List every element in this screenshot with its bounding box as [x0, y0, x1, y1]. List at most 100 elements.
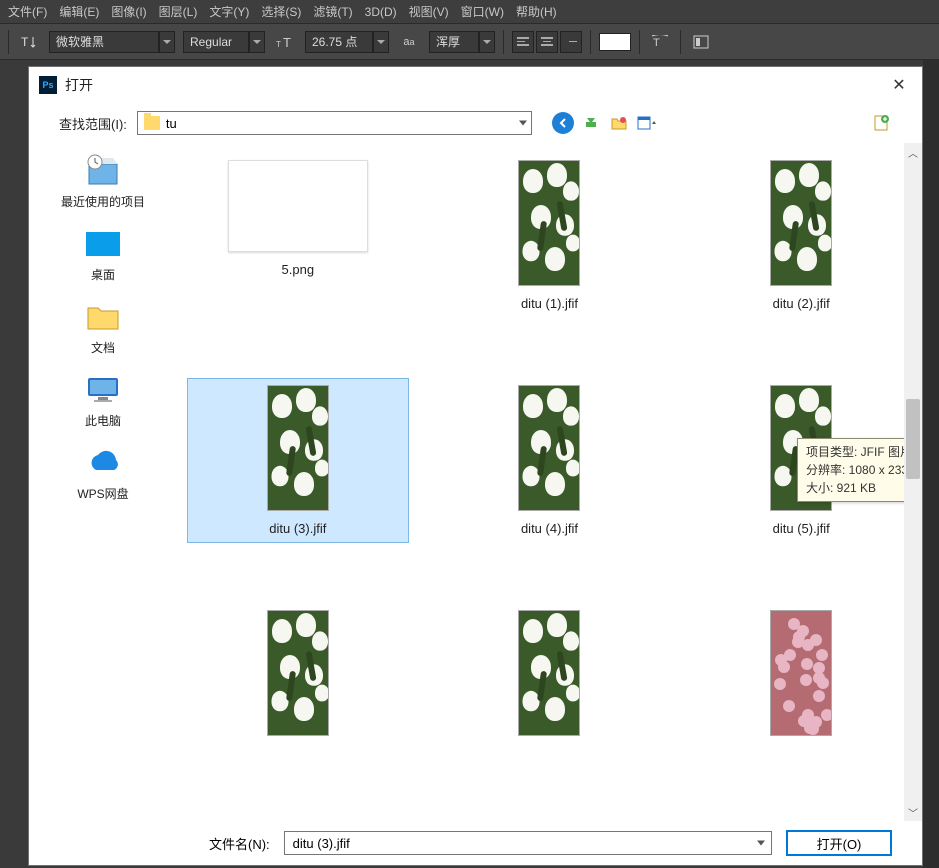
menu-help[interactable]: 帮助(H) [516, 3, 557, 20]
align-center-button[interactable] [536, 31, 558, 53]
menu-3d[interactable]: 3D(D) [365, 5, 397, 19]
view-menu-button[interactable] [636, 112, 658, 134]
chevron-down-icon [757, 841, 765, 846]
menu-view[interactable]: 视图(V) [409, 3, 449, 20]
file-thumbnail [228, 160, 368, 252]
scroll-thumb[interactable] [906, 399, 920, 479]
font-size-icon: TT [273, 30, 297, 54]
lookin-value: tu [166, 116, 177, 131]
text-color-swatch[interactable] [599, 33, 631, 51]
font-size-select[interactable]: 26.75 点 [305, 31, 373, 53]
file-thumbnail [267, 610, 329, 736]
place-label: 此电脑 [85, 412, 121, 429]
file-thumbnail [267, 385, 329, 511]
file-item[interactable]: 5.png [187, 153, 409, 318]
file-thumbnail [770, 160, 832, 286]
place-label: WPS网盘 [77, 485, 128, 502]
place-label: 文档 [91, 339, 115, 356]
place-wps[interactable]: WPS网盘 [73, 441, 132, 506]
app-menubar: 文件(F) 编辑(E) 图像(I) 图层(L) 文字(Y) 选择(S) 滤镜(T… [0, 0, 939, 24]
warp-text-button[interactable]: T [648, 30, 672, 54]
file-item[interactable]: ditu (4).jfif [439, 378, 661, 543]
open-button[interactable]: 打开(O) [786, 830, 892, 856]
lookin-label: 查找范围(I): [59, 114, 127, 133]
place-recent[interactable]: 最近使用的项目 [57, 149, 149, 214]
menu-file[interactable]: 文件(F) [8, 3, 47, 20]
text-align-group [512, 31, 582, 53]
menu-layer[interactable]: 图层(L) [159, 3, 198, 20]
recent-icon [83, 153, 123, 189]
file-item[interactable] [439, 603, 661, 753]
nav-back-button[interactable] [552, 112, 574, 134]
places-sidebar: 最近使用的项目 桌面 文档 此电脑 [29, 143, 177, 821]
file-label: ditu (5).jfif [773, 521, 830, 536]
dialog-titlebar: Ps 打开 ✕ [29, 67, 922, 103]
filename-label: 文件名(N): [209, 834, 270, 853]
file-item[interactable]: ditu (3).jfif [187, 378, 409, 543]
lookin-combobox[interactable]: tu [137, 111, 532, 135]
place-documents[interactable]: 文档 [79, 295, 127, 360]
font-family-select[interactable]: 微软雅黑 [49, 31, 159, 53]
svg-text:T: T [283, 35, 291, 49]
menu-window[interactable]: 窗口(W) [461, 3, 504, 20]
chevron-down-icon [519, 121, 527, 126]
computer-icon [83, 372, 123, 408]
font-style-dropdown[interactable] [249, 31, 265, 53]
place-desktop[interactable]: 桌面 [79, 222, 127, 287]
text-orientation-toggle[interactable]: T [17, 30, 41, 54]
vertical-scrollbar[interactable]: ︿ ﹀ [904, 143, 922, 821]
menu-type[interactable]: 文字(Y) [209, 3, 249, 20]
dialog-close-button[interactable]: ✕ [886, 72, 912, 98]
file-thumbnail [770, 610, 832, 736]
antialias-icon: aa [397, 30, 421, 54]
scroll-track[interactable] [904, 161, 922, 803]
file-label: 5.png [282, 262, 315, 277]
font-style-select[interactable]: Regular [183, 31, 249, 53]
menu-filter[interactable]: 滤镜(T) [313, 3, 352, 20]
documents-icon [83, 299, 123, 335]
scroll-up-button[interactable]: ︿ [904, 143, 922, 161]
antialias-select[interactable]: 浑厚 [429, 31, 479, 53]
place-thispc[interactable]: 此电脑 [79, 368, 127, 433]
dialog-toolbar: 查找范围(I): tu [29, 103, 922, 143]
file-item[interactable]: ditu (1).jfif [439, 153, 661, 318]
antialias-dropdown[interactable] [479, 31, 495, 53]
separator [590, 30, 591, 54]
file-label: ditu (1).jfif [521, 296, 578, 311]
desktop-icon [83, 226, 123, 262]
file-label: ditu (3).jfif [269, 521, 326, 536]
font-family-dropdown[interactable] [159, 31, 175, 53]
nav-up-button[interactable] [580, 112, 602, 134]
align-right-button[interactable] [560, 31, 582, 53]
cloud-icon [83, 445, 123, 481]
align-left-button[interactable] [512, 31, 534, 53]
filename-combobox[interactable]: ditu (3).jfif [284, 831, 772, 855]
file-item[interactable]: ditu (2).jfif [690, 153, 912, 318]
place-label: 桌面 [91, 266, 115, 283]
photoshop-icon: Ps [39, 76, 57, 94]
svg-text:T: T [653, 37, 660, 49]
place-label: 最近使用的项目 [61, 193, 145, 210]
folder-icon [144, 116, 160, 130]
scroll-down-button[interactable]: ﹀ [904, 803, 922, 821]
character-panel-button[interactable] [689, 30, 713, 54]
dialog-footer: 文件名(N): ditu (3).jfif 打开(O) [29, 821, 922, 865]
file-thumbnail [518, 160, 580, 286]
separator [503, 30, 504, 54]
svg-text:T: T [276, 40, 281, 49]
new-folder-button[interactable] [608, 112, 630, 134]
separator [8, 30, 9, 54]
file-item[interactable] [187, 603, 409, 753]
dialog-title: 打开 [65, 75, 886, 95]
font-size-dropdown[interactable] [373, 31, 389, 53]
separator [680, 30, 681, 54]
new-document-button[interactable] [870, 112, 892, 134]
dialog-body: 最近使用的项目 桌面 文档 此电脑 [29, 143, 922, 821]
file-item[interactable] [690, 603, 912, 753]
file-list-pane: 5.png ditu (1).jfif ditu (2).jfif ditu (3).… [177, 143, 922, 821]
filename-value: ditu (3).jfif [293, 836, 350, 851]
menu-select[interactable]: 选择(S) [261, 3, 301, 20]
menu-image[interactable]: 图像(I) [111, 3, 146, 20]
options-bar: T 微软雅黑 Regular TT 26.75 点 aa 浑厚 T [0, 24, 939, 60]
menu-edit[interactable]: 编辑(E) [59, 3, 99, 20]
